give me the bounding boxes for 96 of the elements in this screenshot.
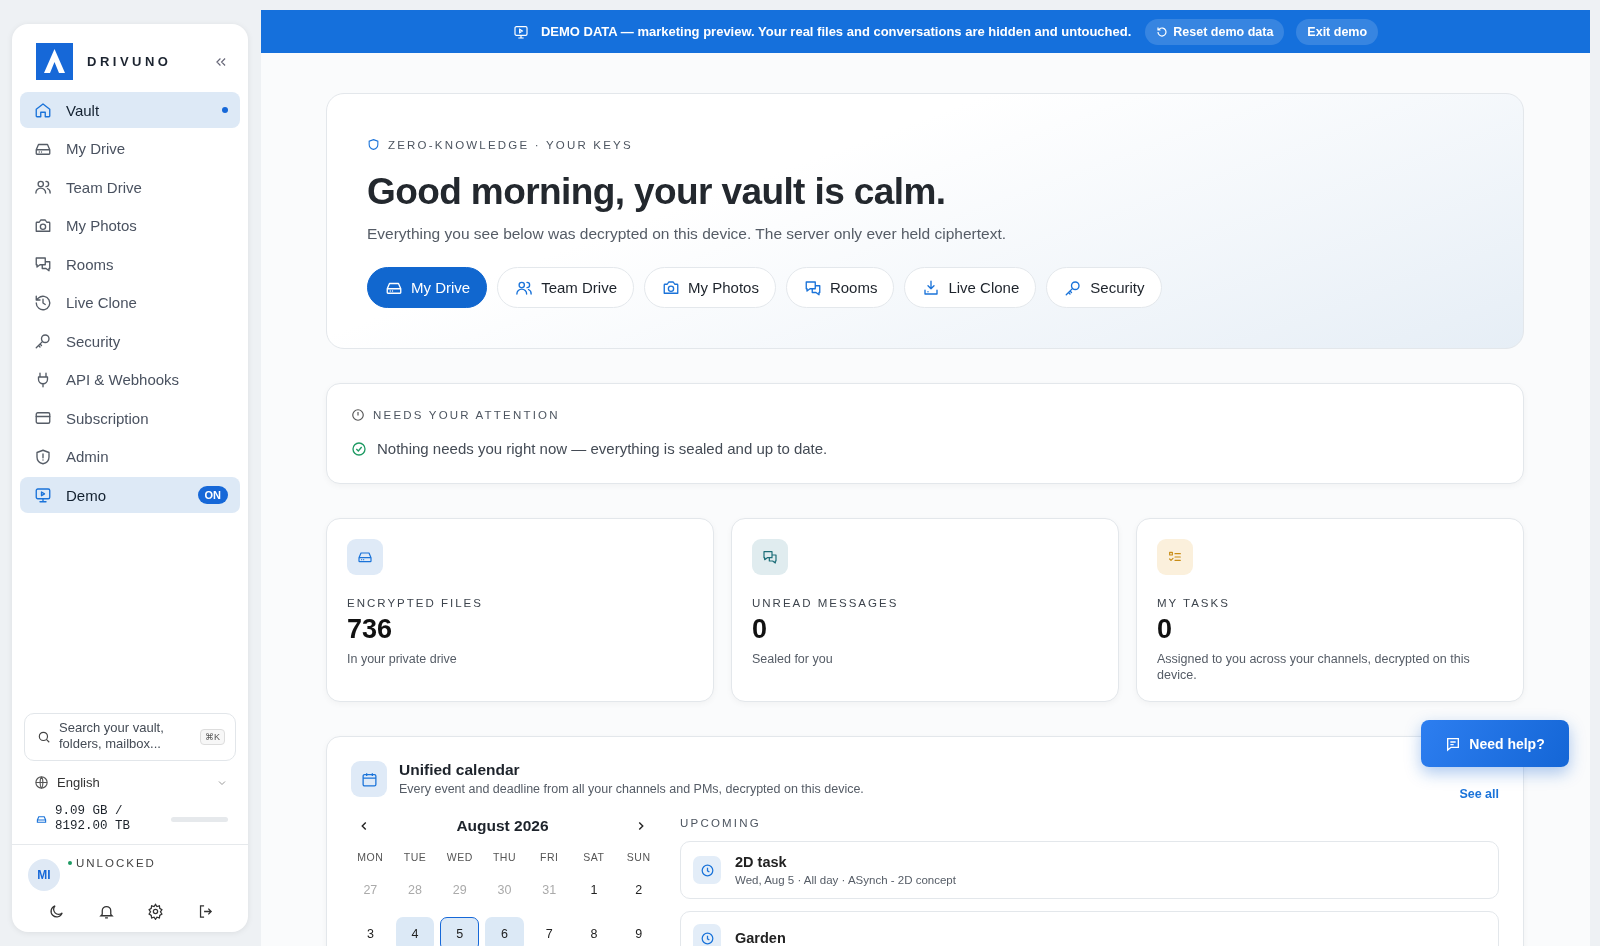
message-icon [1445,735,1462,752]
monitor-icon [34,486,52,504]
sidebar-item[interactable]: Admin [20,438,240,475]
calendar-day[interactable]: 7 [529,917,569,946]
clock-icon [693,856,721,884]
stat-value: 0 [752,614,768,645]
shortcut-chip[interactable]: My Photos [644,267,776,308]
event-card[interactable]: Garden [680,911,1499,946]
stat-value: 736 [347,614,393,645]
stat-label: ENCRYPTED FILES [347,597,483,609]
event-details: Wed, Aug 5 · All day · ASynch - 2D concept [735,874,956,886]
lock-status: UNLOCKED [68,857,156,869]
shortcut-key: ⌘K [200,729,225,745]
shield-icon [367,138,380,151]
help-button[interactable]: Need help? [1421,720,1569,767]
shortcut-chip[interactable]: Security [1046,267,1162,308]
sidebar-item[interactable]: Live Clone [20,284,240,321]
people-icon [34,178,52,196]
chat-icon [803,278,822,297]
clock-arrow-icon [34,293,52,312]
eyebrow-text: ZERO-KNOWLEDGE · YOUR KEYS [388,138,633,151]
clock-icon [693,924,721,946]
storage-bar [171,816,228,822]
stat-label: MY TASKS [1157,597,1230,609]
sidebar-item[interactable]: Rooms [20,246,240,282]
calendar-day[interactable]: 4 [395,917,435,946]
event-card[interactable]: 2D task Wed, Aug 5 · All day · ASynch - 2D concept [680,841,1499,899]
key-icon [34,332,52,350]
house-icon [34,101,52,119]
section-title: UPCOMING [680,817,762,829]
brand-name: DRIVUNO [87,54,173,69]
exit-button[interactable]: Exit demo [1296,18,1379,45]
banner-text: DEMO DATA — marketing preview. Your real files and conversations are hidden and untouched. [540,24,1132,39]
globe-icon [34,775,49,790]
shortcut-chip[interactable]: Live Clone [904,267,1037,308]
search-box[interactable]: Search your vault, folders, mailbox... ⌘K [24,713,236,761]
sidebar-item[interactable]: My Drive [20,130,240,167]
stat-caption: Sealed for you [752,651,833,667]
shortcut-chip[interactable]: My Drive [367,267,488,308]
hard-drive-icon [36,813,47,825]
calendar-day[interactable]: 6 [485,917,524,946]
sidebar-item[interactable]: Demo ON [20,477,240,513]
shield-icon [34,447,52,466]
weekday-label: TUE [402,851,428,863]
attention-message: Nothing needs you right now — everything is sealed and up to date. [377,440,828,457]
calendar-day[interactable]: 5 [440,917,480,946]
stat-label: UNREAD MESSAGES [752,597,899,609]
reset-button[interactable]: Reset demo data [1145,18,1285,45]
sidebar-item[interactable]: Subscription [20,400,240,436]
user-avatar[interactable]: MI [28,859,60,891]
section-title: NEEDS YOUR ATTENTION [373,409,560,421]
weekday-label: SAT [582,851,606,863]
search-icon [37,730,51,744]
calendar-title: Unified calendar [399,761,521,779]
weekday-label: MON [356,851,385,863]
sidebar-item[interactable]: Security [20,323,240,359]
calendar-icon [351,761,387,797]
monitor-icon [512,23,529,40]
camera-icon [34,216,52,235]
calendar-subtitle: Every event and deadline from all your channels and PMs, decrypted on this device. [399,782,865,796]
sidebar-item[interactable]: API & Webhooks [20,361,240,398]
weekday-label: WED [445,851,474,863]
weekday-label: FRI [539,851,560,863]
language-selector[interactable]: English [20,761,240,798]
calendar-day[interactable]: 8 [574,917,614,946]
calendar-day[interactable]: 9 [619,917,658,946]
card-icon [34,409,52,427]
key-icon [1064,278,1083,297]
sidebar-item[interactable]: Vault [20,92,240,128]
stat-caption: In your private drive [347,651,457,667]
info-icon [351,408,365,422]
sidebar-item[interactable]: My Photos [20,207,240,244]
download-icon [922,278,941,297]
weekday-label: THU [491,851,518,863]
event-title: 2D task [735,854,788,870]
storage-usage: 9.09 GB / 8192.00 TB [55,804,131,834]
calendar-day[interactable]: 3 [351,917,390,946]
logo-icon [36,43,73,80]
calendar-day[interactable]: 2 [619,873,658,907]
check-circle-icon [351,440,367,457]
weekday-label: SUN [625,851,652,863]
sidebar-item[interactable]: Team Drive [20,169,240,205]
refresh-icon [1156,25,1169,38]
shortcut-chip[interactable]: Team Drive [497,267,635,308]
camera-icon [662,278,681,297]
calendar-day[interactable]: 1 [574,873,614,907]
see-all-link[interactable]: See all [1459,787,1499,801]
shortcut-chip[interactable]: Rooms [785,267,895,308]
greeting-title: Good morning, your vault is calm. [367,171,947,213]
status-badge: ON [197,486,228,504]
stat-value: 0 [1157,614,1173,645]
event-title: Garden [735,930,786,946]
greeting-subtitle: Everything you see below was decrypted on this device. The server only ever held ciphertext. [367,225,1007,243]
stat-caption: Assigned to you across your channels, decrypted on this device. [1157,651,1471,683]
chat-icon [34,255,52,273]
month-title: August 2026 [456,817,549,835]
